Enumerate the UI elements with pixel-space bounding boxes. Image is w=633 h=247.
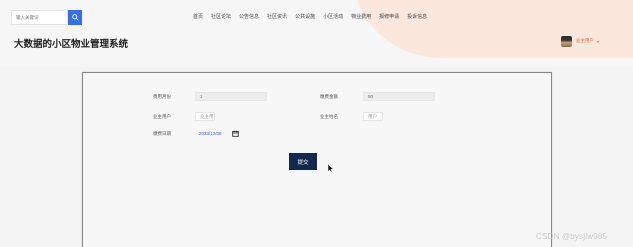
pay-date-label: 缴费日期 <box>153 131 171 136</box>
nav-item-forum[interactable]: 社区论坛 <box>211 13 231 21</box>
nav-item-repair[interactable]: 报修申请 <box>379 13 399 21</box>
nav-item-news[interactable]: 社区资讯 <box>267 13 287 21</box>
nav-item-facilities[interactable]: 公共设施 <box>295 13 315 21</box>
calendar-icon[interactable] <box>232 130 239 137</box>
user-menu[interactable]: 业主用户 ▾ <box>561 35 599 47</box>
search-button[interactable] <box>68 10 82 25</box>
nav-item-home[interactable]: 首页 <box>193 13 203 21</box>
chevron-down-icon: ▾ <box>597 38 600 44</box>
fee-month-field[interactable]: 1 <box>195 92 267 101</box>
mouse-cursor-icon <box>328 164 334 173</box>
nav-item-announcements[interactable]: 公告信息 <box>239 13 259 21</box>
repair-amount-field[interactable]: 50 <box>363 92 435 101</box>
page-title: 大数据的小区物业管理系统 <box>14 39 129 50</box>
search-icon <box>71 14 79 21</box>
owner-account-label: 业主用户 <box>153 114 171 119</box>
main-nav: 首页 社区论坛 公告信息 社区资讯 公共设施 小区活动 物业费用 报修申请 投诉… <box>193 13 435 21</box>
owner-name-label: 业主姓名 <box>320 114 338 119</box>
user-name: 业主用户 <box>576 38 594 43</box>
watermark: CSDN @bysjlw985 <box>536 232 608 241</box>
nav-item-fees[interactable]: 物业费用 <box>351 13 371 21</box>
search-input[interactable] <box>11 10 68 25</box>
owner-account-field[interactable]: 业主用 <box>195 112 215 121</box>
nav-item-complaints[interactable]: 投诉信息 <box>407 13 427 21</box>
pay-date-field[interactable]: 2023/12/08 <box>199 131 222 136</box>
fee-form-panel: 费用月份 1 缴费金额 50 业主用户 业主用 业主姓名 用户 缴费日期 202… <box>82 72 552 247</box>
avatar <box>561 35 572 47</box>
owner-name-field[interactable]: 用户 <box>363 112 383 121</box>
repair-amount-label: 缴费金额 <box>320 94 338 99</box>
submit-button[interactable]: 提交 <box>289 153 317 170</box>
fee-month-label: 费用月份 <box>153 94 171 99</box>
nav-item-activities[interactable]: 小区活动 <box>323 13 343 21</box>
